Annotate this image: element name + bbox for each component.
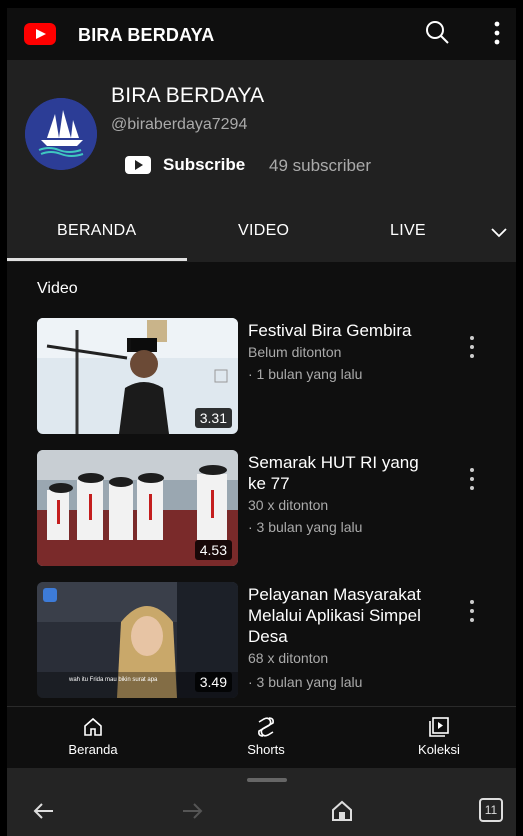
- ship-logo-icon: [25, 98, 97, 170]
- video-item[interactable]: 4.53 Semarak HUT RI yang ke 77 30 x dito…: [37, 450, 507, 566]
- more-vertical-icon[interactable]: [467, 334, 477, 360]
- more-vertical-icon[interactable]: [487, 19, 507, 47]
- channel-avatar[interactable]: [25, 98, 97, 170]
- video-duration: 3.49: [194, 672, 232, 692]
- tabs-count-button[interactable]: 11: [479, 798, 505, 824]
- app-bar-title: BIRA BERDAYA: [78, 25, 215, 45]
- more-vertical-icon[interactable]: [467, 466, 477, 492]
- youtube-logo-icon[interactable]: [24, 23, 56, 45]
- channel-name: BIRA BERDAYA: [111, 84, 265, 107]
- video-thumbnail[interactable]: 3.31: [37, 318, 238, 434]
- home-icon: [84, 717, 102, 736]
- subscribe-button[interactable]: Subscribe: [125, 152, 245, 178]
- video-item[interactable]: 3.31 Festival Bira Gembira Belum ditonto…: [37, 318, 507, 434]
- chevron-down-icon[interactable]: [489, 222, 509, 242]
- video-thumbnail[interactable]: 4.53: [37, 450, 238, 566]
- shorts-icon: [258, 717, 274, 737]
- home-content: Video 3.31 Festival Bira Gembira Belum d…: [7, 262, 516, 706]
- nav-item-koleksi[interactable]: Koleksi: [399, 715, 479, 759]
- channel-header: BIRA BERDAYA @biraberdaya7294 Subscribe …: [7, 60, 516, 208]
- system-navigation-bar: 11: [7, 768, 516, 836]
- video-views: 68 x ditonton: [248, 650, 329, 666]
- thumbnail-caption: wah itu Frida mau bikin surat apa: [69, 677, 158, 683]
- nav-label: Koleksi: [418, 742, 460, 757]
- tab-video[interactable]: VIDEO: [238, 222, 289, 240]
- video-duration: 4.53: [194, 540, 232, 560]
- tab-count: 11: [479, 798, 503, 822]
- search-icon[interactable]: [424, 19, 450, 45]
- back-arrow-icon[interactable]: [31, 798, 57, 824]
- nav-item-shorts[interactable]: Shorts: [226, 715, 306, 759]
- library-icon: [429, 717, 449, 737]
- video-title[interactable]: Pelayanan Masyarakat Melalui Aplikasi Si…: [248, 584, 438, 647]
- video-views: Belum ditonton: [248, 344, 342, 360]
- subscribe-label: Subscribe: [163, 155, 246, 174]
- nav-label: Beranda: [68, 742, 118, 757]
- channel-tabs: BERANDA VIDEO LIVE: [7, 208, 516, 262]
- nav-label: Shorts: [247, 742, 285, 757]
- app-bar: BIRA BERDAYA: [7, 8, 516, 60]
- nav-item-beranda[interactable]: Beranda: [53, 715, 133, 759]
- subscriber-count: 49 subscriber: [269, 156, 372, 175]
- video-views: 30 x ditonton: [248, 497, 329, 513]
- video-thumbnail[interactable]: wah itu Frida mau bikin surat apa 3.49: [37, 582, 238, 698]
- video-item[interactable]: wah itu Frida mau bikin surat apa 3.49 P…: [37, 582, 507, 698]
- bottom-navigation: Beranda Shorts Koleksi: [7, 706, 516, 768]
- video-age: · 3 bulan yang lalu: [248, 674, 363, 690]
- tab-live[interactable]: LIVE: [390, 222, 426, 240]
- tab-beranda[interactable]: BERANDA: [57, 222, 136, 240]
- forward-arrow-icon[interactable]: [179, 798, 205, 824]
- more-vertical-icon[interactable]: [467, 598, 477, 624]
- video-age: · 1 bulan yang lalu: [248, 366, 363, 382]
- video-age: · 3 bulan yang lalu: [248, 519, 363, 535]
- video-duration: 3.31: [194, 408, 232, 428]
- video-title[interactable]: Semarak HUT RI yang ke 77: [248, 452, 438, 494]
- youtube-play-icon: [125, 156, 151, 174]
- home-icon[interactable]: [329, 798, 355, 824]
- section-title: Video: [37, 280, 78, 297]
- video-title[interactable]: Festival Bira Gembira: [248, 320, 438, 341]
- channel-handle: @biraberdaya7294: [111, 116, 248, 133]
- drag-handle[interactable]: [247, 778, 287, 782]
- active-tab-indicator: [7, 258, 187, 261]
